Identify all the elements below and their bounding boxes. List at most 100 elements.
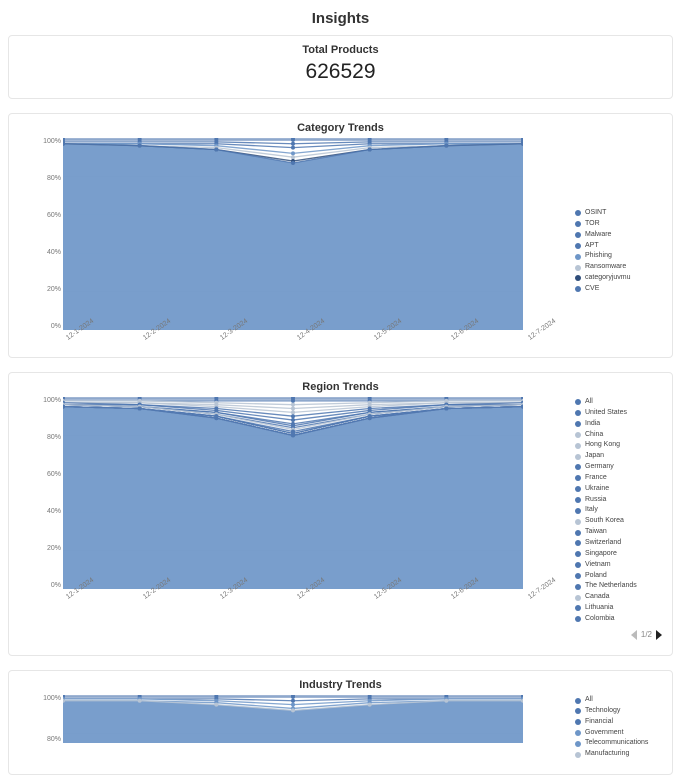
legend-dot-icon <box>575 221 581 227</box>
legend-item[interactable]: OSINT <box>575 208 662 219</box>
legend-item[interactable]: France <box>575 473 662 484</box>
legend-dot-icon <box>575 497 581 503</box>
y-tick: 20% <box>27 545 61 552</box>
legend-dot-icon <box>575 464 581 470</box>
legend-label: categoryjuvmu <box>585 273 631 284</box>
legend-item[interactable]: Canada <box>575 592 662 603</box>
legend-item[interactable]: TOR <box>575 219 662 230</box>
y-axis-labels: 100%80% <box>27 695 61 743</box>
legend-item[interactable]: Manufacturing <box>575 749 662 760</box>
legend-label: India <box>585 419 600 430</box>
chart-svg <box>63 138 523 330</box>
y-axis-labels: 100%80%60%40%20%0% <box>27 397 61 589</box>
legend-item[interactable]: China <box>575 430 662 441</box>
legend-dot-icon <box>575 752 581 758</box>
legend-label: Phishing <box>585 251 612 262</box>
legend-item[interactable]: India <box>575 419 662 430</box>
legend-label: All <box>585 397 593 408</box>
pager-next-icon[interactable] <box>656 630 662 640</box>
legend-label: Japan <box>585 451 604 462</box>
legend-item[interactable]: Colombia <box>575 614 662 625</box>
legend-label: Italy <box>585 505 598 516</box>
legend-label: CVE <box>585 284 599 295</box>
legend-item[interactable]: Phishing <box>575 251 662 262</box>
legend-item[interactable]: Switzerland <box>575 538 662 549</box>
legend-dot-icon <box>575 741 581 747</box>
legend-dot-icon <box>575 595 581 601</box>
legend-item[interactable]: All <box>575 397 662 408</box>
legend-dot-icon <box>575 486 581 492</box>
legend-item[interactable]: Technology <box>575 706 662 717</box>
y-axis-labels: 100%80%60%40%20%0% <box>27 138 61 330</box>
y-tick: 20% <box>27 286 61 293</box>
legend-item[interactable]: Hong Kong <box>575 440 662 451</box>
chart-title: Region Trends <box>19 381 662 393</box>
legend-dot-icon <box>575 243 581 249</box>
legend-dot-icon <box>575 530 581 536</box>
legend-item[interactable]: Vietnam <box>575 560 662 571</box>
legend-item[interactable]: Germany <box>575 462 662 473</box>
legend-item[interactable]: APT <box>575 241 662 252</box>
legend-item[interactable]: Japan <box>575 451 662 462</box>
legend-dot-icon <box>575 432 581 438</box>
chart-svg <box>63 695 523 743</box>
legend-dot-icon <box>575 605 581 611</box>
legend-dot-icon <box>575 454 581 460</box>
legend-label: China <box>585 430 603 441</box>
legend-item[interactable]: Malware <box>575 230 662 241</box>
legend-item[interactable]: Singapore <box>575 549 662 560</box>
chart-card: Region Trends100%80%60%40%20%0%12-1-2024… <box>8 372 673 656</box>
legend-label: The Netherlands <box>585 581 637 592</box>
legend-label: Manufacturing <box>585 749 629 760</box>
legend-item[interactable]: Government <box>575 728 662 739</box>
legend-label: Financial <box>585 717 613 728</box>
legend-dot-icon <box>575 275 581 281</box>
total-products-card: Total Products 626529 <box>8 35 673 99</box>
legend-item[interactable]: Ransomware <box>575 262 662 273</box>
legend-label: Malware <box>585 230 611 241</box>
legend-label: Russia <box>585 495 606 506</box>
chart-area: 100%80%60%40%20%0%12-1-202412-2-202412-3… <box>19 397 567 641</box>
legend-dot-icon <box>575 254 581 260</box>
chart-card: Industry Trends100%80%AllTechnologyFinan… <box>8 670 673 775</box>
legend-item[interactable]: All <box>575 695 662 706</box>
legend-item[interactable]: South Korea <box>575 516 662 527</box>
legend-dot-icon <box>575 708 581 714</box>
legend-label: Poland <box>585 571 607 582</box>
legend-dot-icon <box>575 730 581 736</box>
legend-pager: 1/2 <box>575 629 662 641</box>
legend-dot-icon <box>575 573 581 579</box>
legend-label: South Korea <box>585 516 624 527</box>
legend-item[interactable]: CVE <box>575 284 662 295</box>
legend-item[interactable]: Financial <box>575 717 662 728</box>
legend-dot-icon <box>575 616 581 622</box>
y-tick: 0% <box>27 582 61 589</box>
y-tick: 100% <box>27 695 61 702</box>
legend-item[interactable]: Italy <box>575 505 662 516</box>
y-tick: 40% <box>27 249 61 256</box>
legend-label: OSINT <box>585 208 606 219</box>
y-tick: 80% <box>27 434 61 441</box>
legend-item[interactable]: Taiwan <box>575 527 662 538</box>
legend-item[interactable]: Telecommunications <box>575 738 662 749</box>
pager-prev-icon[interactable] <box>631 630 637 640</box>
legend-label: Ransomware <box>585 262 626 273</box>
legend-dot-icon <box>575 210 581 216</box>
legend-dot-icon <box>575 584 581 590</box>
y-tick: 60% <box>27 212 61 219</box>
legend-label: Government <box>585 728 624 739</box>
legend-item[interactable]: The Netherlands <box>575 581 662 592</box>
legend-item[interactable]: Russia <box>575 495 662 506</box>
legend-dot-icon <box>575 421 581 427</box>
legend-label: Switzerland <box>585 538 621 549</box>
legend-dot-icon <box>575 551 581 557</box>
legend-dot-icon <box>575 562 581 568</box>
legend-item[interactable]: Poland <box>575 571 662 582</box>
legend-item[interactable]: Lithuania <box>575 603 662 614</box>
legend-item[interactable]: categoryjuvmu <box>575 273 662 284</box>
chart-title: Category Trends <box>19 122 662 134</box>
y-tick: 40% <box>27 508 61 515</box>
legend-item[interactable]: Ukraine <box>575 484 662 495</box>
legend-item[interactable]: United States <box>575 408 662 419</box>
y-tick: 100% <box>27 397 61 404</box>
